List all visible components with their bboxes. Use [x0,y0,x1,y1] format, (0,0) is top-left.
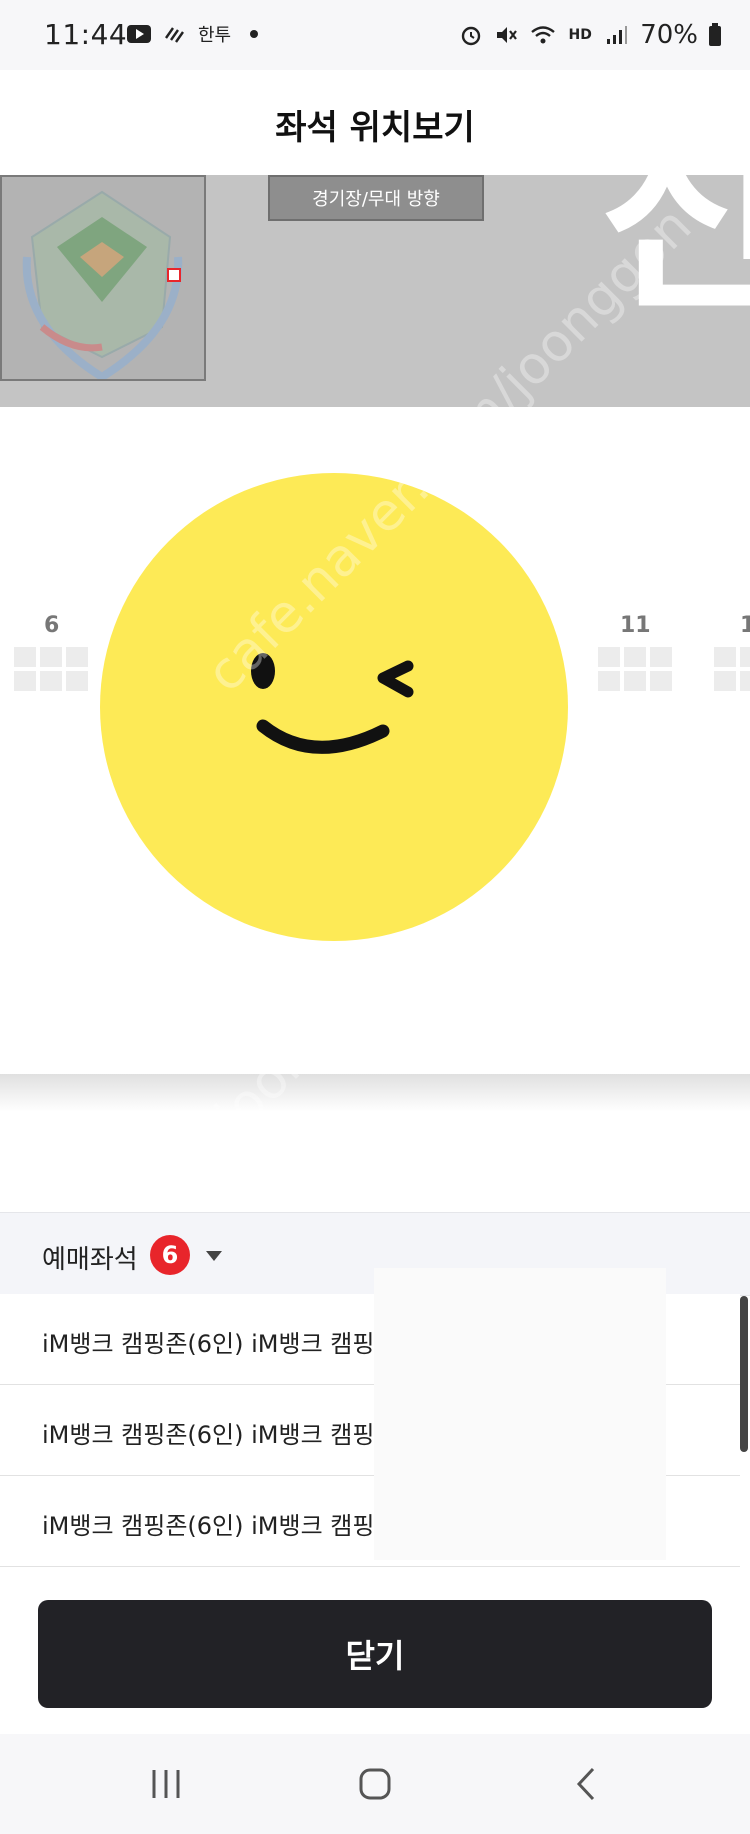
status-right-icons: HD 70% [458,20,722,50]
redaction-overlay [374,1268,666,1560]
list-scrollbar[interactable] [740,1296,748,1452]
status-bar: 11:44 한투 HD 70% [0,0,750,70]
battery-icon [708,23,722,47]
seat-map: 6 11 1 [0,407,750,1074]
dot-icon [241,22,267,46]
youtube-icon [126,22,152,46]
seat-count-badge: 6 [150,1235,190,1275]
alarm-icon [458,23,484,47]
seat-item-label: iM뱅크 캠핑존(6인) iM뱅크 캠핑존 [42,1421,397,1449]
mute-icon [494,23,520,47]
seat-block-right [598,647,672,691]
seat-item-label: iM뱅크 캠핑존(6인) iM뱅크 캠핑존 [42,1330,397,1358]
seat-item-label: iM뱅크 캠핑존(6인) iM뱅크 캠핑존 [42,1512,397,1540]
row-number: 11 [620,613,651,638]
booked-seats-label: 예매좌석 [42,1245,138,1275]
page-title: 좌석 위치보기 [275,108,475,148]
back-button[interactable] [556,1762,616,1806]
selected-section-marker [167,268,181,282]
recent-apps-icon [152,1770,180,1798]
status-left-icons: 한투 [126,22,267,46]
seat-map-shadow [0,1074,750,1112]
stage-direction-label: 경기장/무대 방향 [268,175,484,221]
seat-block-left [14,647,88,691]
stadium-minimap[interactable] [0,175,206,382]
system-nav-bar [0,1734,750,1834]
battery-text: 70% [640,20,698,50]
back-icon [576,1767,595,1801]
status-time: 11:44 [44,18,128,51]
row-number: 1 [740,613,750,638]
home-icon [359,1768,391,1800]
home-button[interactable] [345,1762,405,1806]
section-glyph: 신 [598,175,750,340]
close-button[interactable]: 닫기 [38,1600,712,1708]
winking-emoji-sticker [100,473,568,941]
signal-icon [604,23,630,47]
row-number: 6 [44,613,60,638]
notification-icon [162,22,188,46]
caret-down-icon[interactable] [206,1251,222,1261]
notification-text: 한투 [198,25,232,46]
wifi-icon [530,23,556,47]
recent-apps-button[interactable] [136,1762,196,1806]
seat-block-edge [714,647,750,691]
header: 좌석 위치보기 [0,70,750,175]
stadium-overview: 경기장/무대 방향 신 [0,175,750,407]
hd-voice-icon: HD [568,27,592,43]
